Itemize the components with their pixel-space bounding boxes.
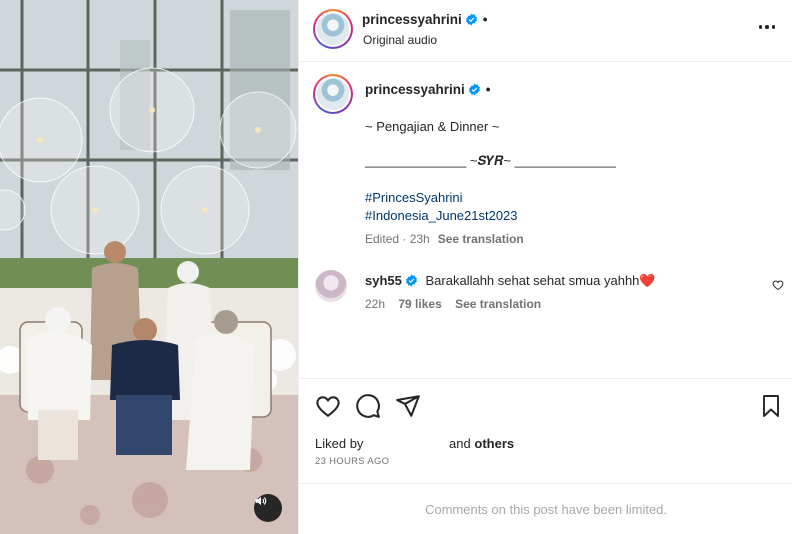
caption-line-signature: ______________ ~𝑺𝒀𝑹~ ______________ <box>365 153 616 168</box>
comment-icon[interactable] <box>355 393 381 419</box>
share-icon[interactable] <box>395 393 421 419</box>
separator-dot: • <box>485 82 491 97</box>
more-options-button[interactable] <box>755 17 779 37</box>
comment-like-heart-icon[interactable] <box>772 279 784 291</box>
comment-body: syh55 Barakallahh sehat sehat smua yahhh… <box>365 273 656 289</box>
commenter-avatar[interactable] <box>315 270 347 302</box>
comment-likes[interactable]: 79 likes <box>398 297 441 311</box>
comment-text: Barakallahh sehat sehat smua yahhh❤️ <box>425 273 656 288</box>
see-translation-link[interactable]: See translation <box>438 232 524 246</box>
caption-meta: Edited · 23h See translation <box>365 232 524 246</box>
post-panel: princessyahrini • Original audio princess… <box>298 0 792 534</box>
caption-author-username[interactable]: princessyahrini • <box>365 82 491 97</box>
comment-meta: 22h 79 likes See translation <box>365 297 541 311</box>
liked-by-user-redacted[interactable] <box>367 437 449 449</box>
comment-see-translation-link[interactable]: See translation <box>455 297 541 311</box>
liked-by-prefix: Liked by <box>315 436 364 451</box>
liked-by-summary: Liked by and others <box>315 436 514 451</box>
heart-icon[interactable] <box>315 393 341 419</box>
bookmark-icon[interactable] <box>759 393 783 419</box>
post-header: princessyahrini • Original audio <box>299 0 792 62</box>
verified-icon <box>405 274 417 287</box>
comments-limited-notice: Comments on this post have been limited. <box>299 483 792 534</box>
post-timestamp[interactable]: 23 HOURS AGO <box>315 456 389 467</box>
verified-icon <box>468 83 480 96</box>
sound-toggle-button[interactable] <box>254 494 282 522</box>
comment-time[interactable]: 22h <box>365 297 385 311</box>
post-actions: Liked by and others 23 HOURS AGO Comment… <box>299 378 792 534</box>
post-photo <box>0 0 298 534</box>
verified-icon <box>465 13 477 26</box>
author-username-text[interactable]: princessyahrini <box>362 12 462 27</box>
more-icon <box>758 25 763 29</box>
others-link[interactable]: others <box>474 436 514 451</box>
liked-by-suffix: and <box>449 436 471 451</box>
author-avatar[interactable] <box>313 9 353 49</box>
hashtag-link[interactable]: #PrincesSyahrini <box>365 190 463 205</box>
separator-dot: • <box>482 12 488 27</box>
caption-author-avatar[interactable] <box>313 74 353 114</box>
commenter-username[interactable]: syh55 <box>365 273 402 288</box>
author-username[interactable]: princessyahrini • <box>362 12 488 27</box>
post-media[interactable] <box>0 0 298 534</box>
caption-line-title: ~ Pengajian & Dinner ~ <box>365 119 500 134</box>
edited-time: Edited · 23h <box>365 232 430 246</box>
hashtag-link[interactable]: #Indonesia_June21st2023 <box>365 208 518 223</box>
caption-username-text[interactable]: princessyahrini <box>365 82 465 97</box>
sound-icon <box>255 496 267 506</box>
audio-label[interactable]: Original audio <box>363 33 437 47</box>
